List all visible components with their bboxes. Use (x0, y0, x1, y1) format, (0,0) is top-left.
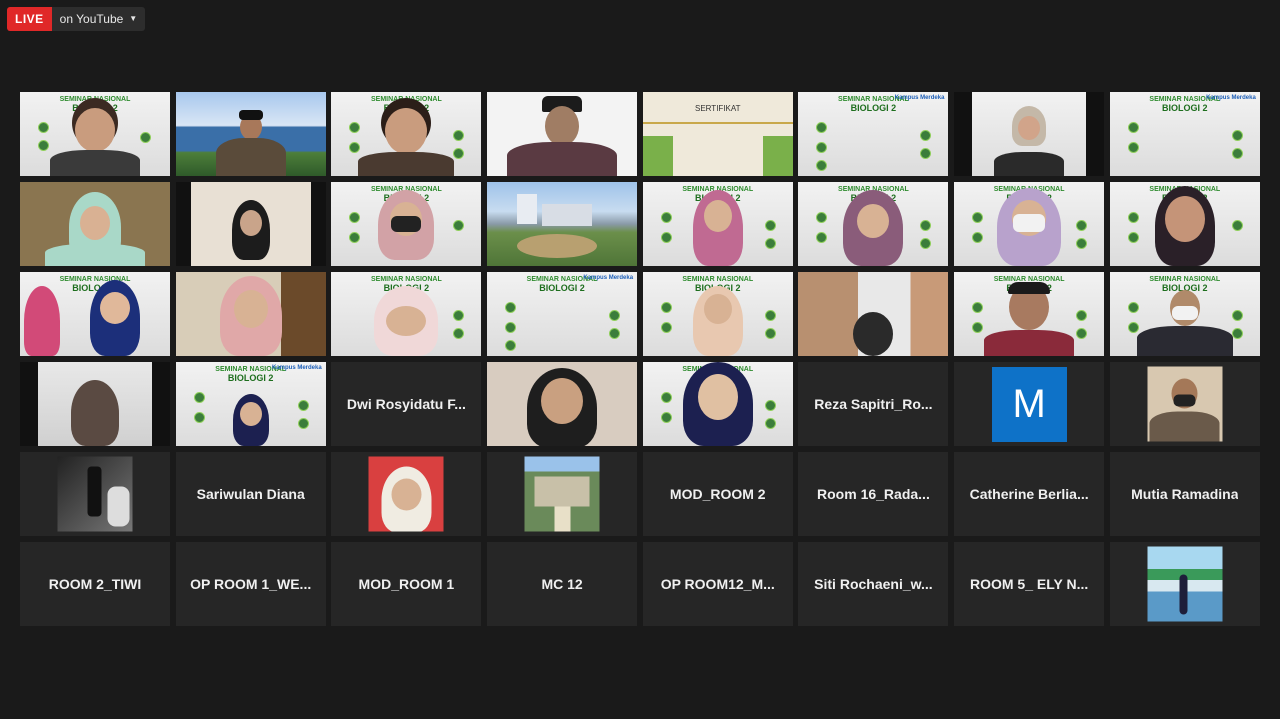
kampus-merdeka-logo: Kampus Merdeka (583, 275, 634, 281)
live-indicator[interactable]: LIVE on YouTube ▼ (7, 7, 146, 31)
live-destination-dropdown[interactable]: on YouTube ▼ (51, 7, 146, 31)
participant-tile[interactable]: Reza Sapitri_Ro... (798, 362, 949, 446)
participant-tile-avatar[interactable]: M (954, 362, 1105, 446)
participant-name: Sariwulan Diana (196, 486, 305, 502)
video-tile-woman-glasses-hijab[interactable] (487, 362, 638, 446)
video-tile-woman-glasses-slide[interactable]: SEMINAR NASIONAL BIOLOGI 2 (1109, 182, 1260, 266)
live-badge: LIVE (7, 7, 52, 31)
participant-tile[interactable]: OP ROOM12_M... (642, 542, 793, 626)
video-tile-woman-hijab-slide[interactable] (954, 92, 1105, 176)
avatar: M (991, 366, 1067, 442)
participant-name: Catherine Berlia... (969, 486, 1089, 502)
video-tile-dim-room[interactable] (798, 272, 949, 356)
participant-tile[interactable]: Catherine Berlia... (954, 452, 1105, 536)
video-tile-campus-image[interactable] (487, 452, 638, 536)
participant-tile[interactable]: Dwi Rosyidatu F... (331, 362, 482, 446)
video-tile-man-mask[interactable] (1109, 362, 1260, 446)
slide-title-big: BIOLOGI 2 (227, 373, 274, 383)
video-tile-woman-mask-slide[interactable]: SEMINAR NASIONAL BIOLOGI 2 (331, 182, 482, 266)
participant-name: MC 12 (541, 576, 583, 592)
video-tile-woman-purple-hijab-slide[interactable]: SEMINAR NASIONAL BIOLOGI 2 (954, 182, 1105, 266)
participant-name: OP ROOM12_M... (660, 576, 775, 592)
chevron-down-icon: ▼ (129, 14, 138, 23)
participant-tile[interactable]: OP ROOM 1_WE... (175, 542, 326, 626)
participant-tile[interactable]: MC 12 (487, 542, 638, 626)
video-tile-slide-3[interactable]: SEMINAR NASIONAL BIOLOGI 2 Kampus Merdek… (487, 272, 638, 356)
slide-title-big: BIOLOGI 2 (850, 103, 897, 113)
participant-tile[interactable]: Mutia Ramadina (1109, 452, 1260, 536)
participant-name: Dwi Rosyidatu F... (346, 396, 466, 412)
video-tile-slide-presenter[interactable]: SEMINAR NASIONAL BIOLOGI 2 (331, 92, 482, 176)
slide-title-big: BIOLOGI 2 (1162, 103, 1208, 113)
video-tile-blurred-slide[interactable] (20, 362, 170, 446)
participant-name: ROOM 5_ ELY N... (969, 576, 1089, 592)
participant-name: MOD_ROOM 2 (669, 486, 766, 502)
video-tile-woman-navy-hijab-slide[interactable]: SEMINAR NASIONAL BIOLOGI 2 Kampus Merdek… (175, 362, 326, 446)
video-tile-woman-mauve-hijab-slide[interactable]: SEMINAR NASIONAL BIOLOGI 2 (798, 182, 949, 266)
kampus-merdeka-logo: Kampus Merdeka (1206, 95, 1256, 101)
video-tile-man-mask-slide[interactable]: SEMINAR NASIONAL BIOLOGI 2 (1109, 272, 1260, 356)
slide-title-big: BIOLOGI 2 (539, 283, 585, 293)
participant-name: OP ROOM 1_WE... (190, 576, 312, 592)
participant-name: MOD_ROOM 1 (358, 576, 455, 592)
video-tile-campus-aerial[interactable] (487, 182, 638, 266)
live-destination-label: on YouTube (59, 12, 124, 26)
participant-name: Mutia Ramadina (1131, 486, 1239, 502)
video-tile-man-cap[interactable] (487, 92, 638, 176)
video-tile-woman-mint-hijab[interactable] (20, 182, 170, 266)
participant-name: Reza Sapitri_Ro... (814, 396, 933, 412)
gallery-grid: SEMINAR NASIONAL BIOLOGI 2 SEMINAR NASIO… (20, 92, 1260, 626)
participant-name: Siti Rochaeni_w... (814, 576, 933, 592)
video-tile-chess-image[interactable] (20, 452, 170, 536)
participant-tile[interactable]: ROOM 2_TIWI (20, 542, 170, 626)
video-tile-woman-black-hijab[interactable] (175, 182, 326, 266)
video-tile-woman-covering-face-slide[interactable]: SEMINAR NASIONAL BIOLOGI 2 (331, 272, 482, 356)
video-tile-active-speaker[interactable]: SEMINAR NASIONAL BIOLOGI 2 (20, 92, 170, 176)
video-tile-man-glasses-slide[interactable]: SEMINAR NASIONAL BIOLOGI 2 (954, 272, 1105, 356)
participant-tile[interactable]: ROOM 5_ ELY N... (954, 542, 1105, 626)
video-tile-woman-pink-hijab-slide[interactable]: SEMINAR NASIONAL BIOLOGI 2 (642, 182, 793, 266)
video-tile-woman-dark-hijab-slide[interactable]: SEMINAR NASIONAL BIOLOGI 2 (642, 362, 793, 446)
participant-tile[interactable]: Room 16_Rada... (798, 452, 949, 536)
participant-tile[interactable]: Sariwulan Diana (175, 452, 326, 536)
kampus-merdeka-logo: Kampus Merdeka (272, 365, 322, 371)
participant-name: ROOM 2_TIWI (48, 576, 142, 592)
participant-tile[interactable]: Siti Rochaeni_w... (798, 542, 949, 626)
video-tile-slide-2[interactable]: SEMINAR NASIONAL BIOLOGI 2 Kampus Merdek… (1109, 92, 1260, 176)
participant-name: Room 16_Rada... (817, 486, 930, 502)
video-tile-certificate[interactable]: SERTIFIKAT (642, 92, 793, 176)
certificate-title: SERTIFIKAT (695, 104, 741, 113)
video-tile-two-women-slide[interactable]: SEMINAR NASIONAL BIOLOGI 2 (20, 272, 170, 356)
participant-tile[interactable]: MOD_ROOM 2 (642, 452, 793, 536)
video-tile-beach-image[interactable] (1109, 542, 1260, 626)
video-tile-woman-white-hijab[interactable] (331, 452, 482, 536)
video-tile-slide-1[interactable]: SEMINAR NASIONAL BIOLOGI 2 Kampus Merdek… (798, 92, 949, 176)
video-tile-campus-building[interactable] (175, 92, 326, 176)
participant-tile[interactable]: MOD_ROOM 1 (331, 542, 482, 626)
video-tile-woman-beige-hijab-slide[interactable]: SEMINAR NASIONAL BIOLOGI 2 (642, 272, 793, 356)
video-tile-woman-rose-hijab[interactable] (175, 272, 326, 356)
kampus-merdeka-logo: Kampus Merdeka (894, 95, 945, 101)
